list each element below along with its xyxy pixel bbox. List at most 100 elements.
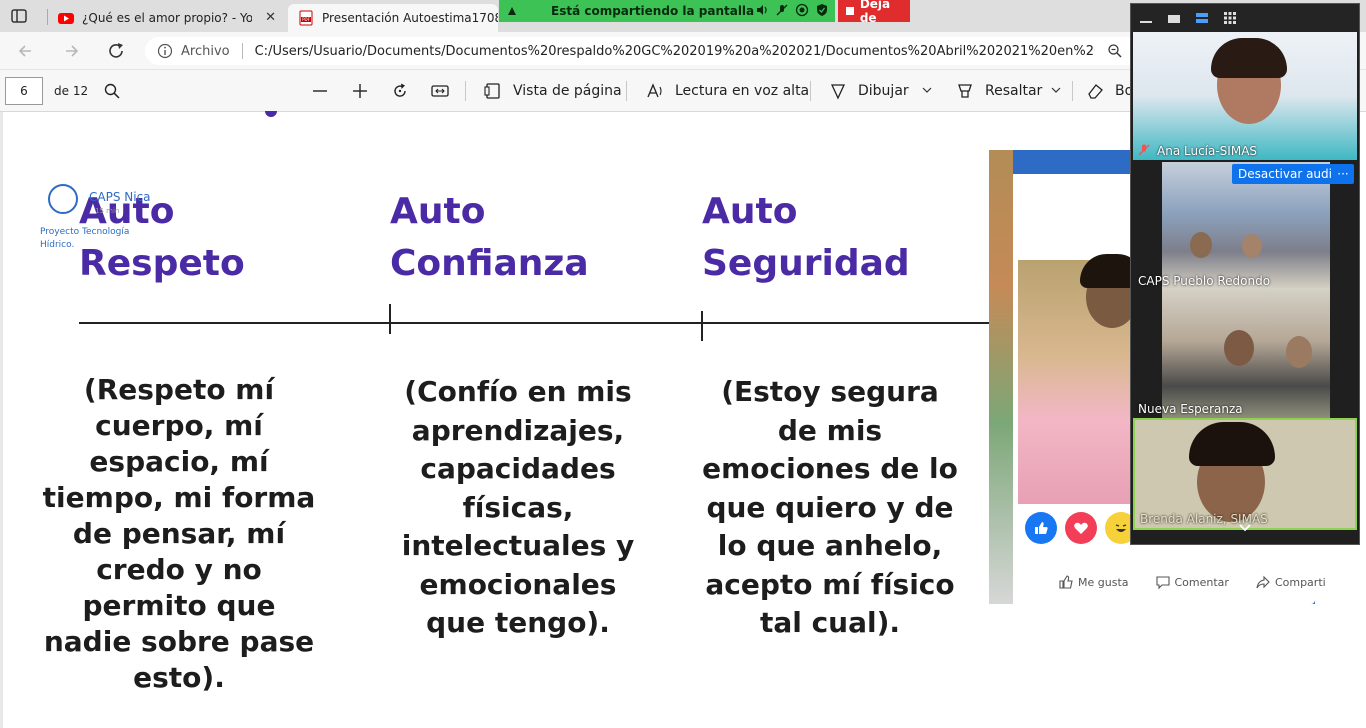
heading-line: Seguridad — [702, 243, 910, 284]
love-reaction-icon — [1065, 512, 1097, 544]
url-text: C:/Users/Usuario/Documents/Documentos%20… — [254, 43, 1095, 59]
tab-title: Presentación Autoestima170821 — [322, 11, 498, 25]
body-line: permito que — [82, 589, 276, 622]
body-line: intelectuales y — [401, 529, 635, 562]
pdf-icon: PDF — [299, 10, 313, 26]
heading-auto-seguridad: Auto Seguridad — [702, 186, 910, 290]
highlight-button[interactable]: Resaltar — [985, 83, 1042, 99]
participant-tile[interactable]: Nueva Esperanza — [1133, 290, 1357, 418]
scheme-label: Archivo — [181, 43, 230, 59]
panel-header — [1131, 4, 1359, 32]
body-line: tiempo, mi forma — [42, 481, 316, 514]
participant-face — [1224, 330, 1254, 366]
zoom-in-icon[interactable] — [350, 81, 370, 101]
youtube-icon — [58, 13, 74, 24]
chevron-down-icon[interactable] — [921, 84, 933, 96]
record-icon[interactable] — [795, 3, 809, 17]
zoom-participants-panel: Ana Lucía-SIMAS CAPS Pueblo Redondo Nuev… — [1130, 3, 1360, 545]
fb-like-label: Me gusta — [1078, 575, 1129, 589]
forward-icon[interactable] — [60, 40, 82, 62]
eraser-icon[interactable] — [1085, 81, 1105, 101]
gallery-view-icon[interactable] — [1223, 12, 1237, 24]
shield-icon[interactable] — [815, 3, 829, 17]
tab-youtube[interactable]: ¿Qué es el amor propio? - YouTu ✕ — [48, 4, 286, 32]
highlight-icon[interactable] — [955, 81, 975, 101]
address-separator — [241, 43, 243, 59]
rotate-icon[interactable] — [390, 81, 410, 101]
more-options-button[interactable]: ··· — [1332, 164, 1354, 184]
zoom-out-icon[interactable] — [310, 81, 330, 101]
page-count: de 12 — [54, 84, 89, 98]
fit-width-icon[interactable] — [430, 81, 450, 101]
body-line: emocionales — [419, 567, 617, 601]
share-icon — [1256, 575, 1270, 589]
tab-pdf[interactable]: PDF Presentación Autoestima170821 — [288, 4, 498, 32]
heading-line: Auto — [702, 191, 798, 232]
mic-muted-icon[interactable] — [775, 3, 789, 17]
stop-share-button[interactable]: Deja de — [838, 0, 910, 25]
thumbnail-view-icon[interactable] — [1167, 12, 1181, 24]
participant-video — [1162, 290, 1330, 418]
page-view-button[interactable]: Vista de página — [513, 83, 622, 99]
toolbar-separator — [1072, 81, 1073, 101]
draw-button[interactable]: Dibujar — [858, 83, 909, 99]
fb-page-name: CAPS Nica — [89, 190, 151, 204]
timeline-line — [79, 322, 991, 324]
body-line: (Confío en mis — [404, 375, 632, 408]
participant-tile[interactable]: Ana Lucía-SIMAS — [1133, 32, 1357, 160]
heading-line: Confianza — [390, 243, 589, 284]
chevron-down-icon[interactable] — [1238, 521, 1252, 535]
back-icon[interactable] — [16, 40, 38, 62]
speaker-icon[interactable] — [755, 3, 769, 17]
fb-post-text: Proyecto Tecnología Hídrico. — [40, 227, 130, 250]
body-line: espacio, mí — [89, 445, 269, 478]
body-line: acepto mí físico — [705, 567, 955, 601]
screen: ¿Qué es el amor propio? - YouTu ✕ PDF Pr… — [0, 0, 1366, 728]
chevron-down-icon[interactable] — [1050, 84, 1062, 96]
info-icon[interactable] — [157, 43, 173, 59]
close-tab-icon[interactable]: ✕ — [265, 10, 276, 25]
participant-hair — [1189, 422, 1275, 466]
body-auto-seguridad: (Estoy segura de mis emociones de lo que… — [698, 373, 962, 643]
body-line: de mis — [777, 413, 883, 447]
svg-text:PDF: PDF — [302, 17, 310, 22]
page-edge — [0, 112, 3, 728]
body-line: nadie sobre pase — [43, 625, 315, 658]
read-aloud-button[interactable]: Lectura en voz alta — [675, 83, 809, 99]
read-aloud-icon[interactable] — [645, 81, 665, 101]
thumbs-up-icon — [1059, 575, 1073, 589]
speaker-view-icon[interactable] — [1195, 12, 1209, 24]
address-field[interactable]: Archivo C:/Users/Usuario/Documents/Docum… — [145, 37, 1145, 65]
fb-comment-label: Comentar — [1174, 575, 1229, 589]
body-line: físicas, — [462, 490, 574, 524]
search-icon[interactable] — [102, 81, 122, 101]
body-auto-respeto: (Respeto mí cuerpo, mí espacio, mí tiemp… — [40, 372, 318, 696]
draw-icon[interactable] — [828, 81, 848, 101]
body-line: de pensar, mí — [72, 517, 286, 550]
fb-like-action: Me gusta — [1058, 574, 1129, 590]
body-line: lo que anhelo, — [717, 529, 943, 562]
participant-name: Nueva Esperanza — [1138, 402, 1243, 416]
page-number-input[interactable]: 6 — [5, 77, 43, 105]
tab-actions-icon[interactable] — [10, 7, 28, 25]
share-status-text: Está compartiendo la pantalla — [551, 4, 755, 18]
timeline-tick — [701, 311, 703, 341]
disable-audio-button[interactable]: Desactivar audio — [1232, 164, 1346, 184]
participant-tile-active[interactable]: Brenda Alaniz, SIMAS — [1133, 418, 1357, 530]
refresh-icon[interactable] — [105, 40, 127, 62]
zoom-icon[interactable] — [1107, 43, 1123, 59]
page-view-icon[interactable] — [483, 81, 503, 101]
toolbar-separator — [465, 81, 466, 101]
participant-face — [1242, 234, 1262, 258]
screen-share-bar: Está compartiendo la pantalla — [499, 0, 835, 22]
mic-muted-icon — [1138, 144, 1150, 156]
stop-icon — [846, 7, 854, 15]
timeline-tick — [389, 304, 391, 334]
participant-name: Ana Lucía-SIMAS — [1157, 144, 1258, 158]
stop-share-label: Deja de — [859, 0, 891, 25]
minimize-icon[interactable] — [1139, 12, 1153, 24]
fb-comment-action: Comentar — [1155, 574, 1229, 590]
body-line: que tengo). — [426, 606, 610, 639]
participant-face — [1190, 232, 1212, 258]
like-reaction-icon — [1025, 512, 1057, 544]
